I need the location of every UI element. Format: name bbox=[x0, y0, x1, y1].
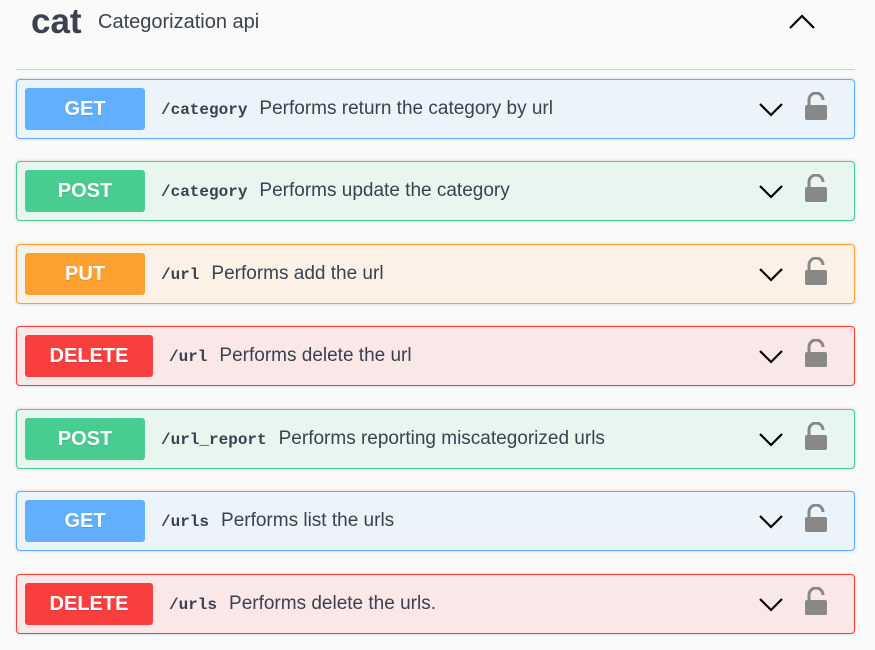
operation-description: Performs delete the url bbox=[219, 345, 412, 366]
operation-path: /urls bbox=[161, 513, 210, 531]
lock-icon[interactable] bbox=[803, 587, 829, 617]
operation-summary: /url_report Performs reporting miscategor… bbox=[161, 427, 605, 452]
method-badge: DELETE bbox=[25, 335, 153, 377]
operation-summary: /urls Performs delete the urls. bbox=[169, 592, 436, 617]
chevron-down-icon[interactable] bbox=[757, 591, 785, 617]
operation-get-urls[interactable]: GET /urls Performs list the urls bbox=[16, 491, 855, 551]
operation-put-url[interactable]: PUT /url Performs add the url bbox=[16, 244, 855, 304]
operation-summary: /url Performs delete the url bbox=[169, 344, 412, 369]
method-badge: DELETE bbox=[25, 583, 153, 625]
operation-description: Performs reporting miscategorized urls bbox=[278, 428, 605, 449]
operation-path: /url_report bbox=[161, 431, 267, 449]
lock-icon[interactable] bbox=[803, 174, 829, 204]
method-badge: GET bbox=[25, 88, 145, 130]
operation-path: /category bbox=[161, 101, 248, 119]
chevron-down-icon[interactable] bbox=[757, 508, 785, 534]
tag-section-header[interactable]: cat Categorization api bbox=[16, 0, 855, 70]
chevron-down-icon[interactable] bbox=[757, 261, 785, 287]
chevron-down-icon[interactable] bbox=[757, 96, 785, 122]
operation-description: Performs add the url bbox=[211, 263, 384, 284]
operation-summary: /category Performs return the category by… bbox=[161, 97, 553, 122]
lock-icon[interactable] bbox=[803, 339, 829, 369]
operation-get-category[interactable]: GET /category Performs return the categor… bbox=[16, 79, 855, 139]
method-badge: POST bbox=[25, 170, 145, 212]
operation-path: /url bbox=[169, 348, 208, 366]
method-badge: GET bbox=[25, 500, 145, 542]
operation-description: Performs update the category bbox=[259, 180, 510, 201]
lock-icon[interactable] bbox=[803, 257, 829, 287]
operation-path: /url bbox=[161, 266, 200, 284]
lock-icon[interactable] bbox=[803, 504, 829, 534]
operation-delete-url[interactable]: DELETE /url Performs delete the url bbox=[16, 326, 855, 386]
operation-description: Performs delete the urls. bbox=[229, 593, 436, 614]
operation-summary: /urls Performs list the urls bbox=[161, 509, 394, 534]
operation-description: Performs list the urls bbox=[221, 510, 395, 531]
lock-icon[interactable] bbox=[803, 92, 829, 122]
operation-delete-urls[interactable]: DELETE /urls Performs delete the urls. bbox=[16, 574, 855, 634]
operation-summary: /category Performs update the category bbox=[161, 179, 510, 204]
chevron-up-icon[interactable] bbox=[786, 8, 818, 36]
operation-post-url-report[interactable]: POST /url_report Performs reporting misca… bbox=[16, 409, 855, 469]
tag-name: cat bbox=[31, 2, 82, 41]
method-badge: POST bbox=[25, 418, 145, 460]
operation-path: /category bbox=[161, 183, 248, 201]
method-badge: PUT bbox=[25, 253, 145, 295]
chevron-down-icon[interactable] bbox=[757, 426, 785, 452]
operation-summary: /url Performs add the url bbox=[161, 262, 384, 287]
operation-path: /urls bbox=[169, 596, 218, 614]
chevron-down-icon[interactable] bbox=[757, 178, 785, 204]
operation-description: Performs return the category by url bbox=[259, 98, 553, 119]
lock-icon[interactable] bbox=[803, 422, 829, 452]
operation-post-category[interactable]: POST /category Performs update the catego… bbox=[16, 161, 855, 221]
chevron-down-icon[interactable] bbox=[757, 343, 785, 369]
tag-description: Categorization api bbox=[98, 11, 260, 33]
